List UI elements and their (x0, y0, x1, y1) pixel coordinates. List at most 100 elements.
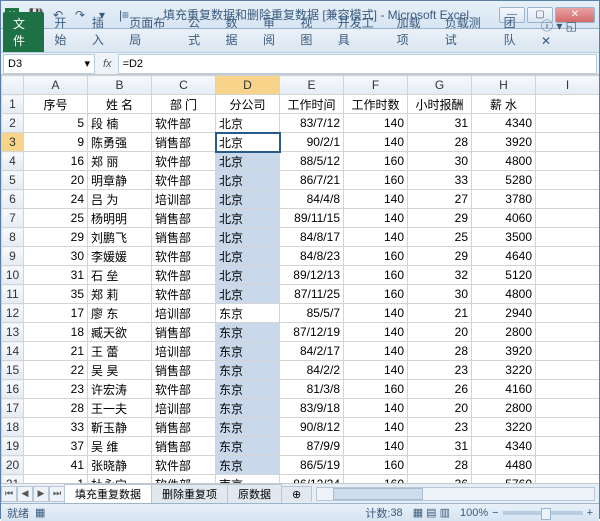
row-header[interactable]: 2 (2, 114, 24, 133)
cell[interactable]: 25 (24, 209, 88, 228)
cell[interactable]: 33 (24, 418, 88, 437)
cell[interactable]: 22 (24, 361, 88, 380)
cell[interactable]: 140 (344, 304, 408, 323)
cell[interactable]: 84/8/23 (280, 247, 344, 266)
empty-cell[interactable] (536, 114, 600, 133)
cell[interactable]: 83/9/18 (280, 399, 344, 418)
column-header[interactable]: B (88, 76, 152, 95)
formula-bar[interactable]: =D2 (118, 54, 597, 74)
cell[interactable]: 26 (408, 380, 472, 399)
cell[interactable]: 北京 (216, 190, 280, 209)
cell[interactable]: 85/5/7 (280, 304, 344, 323)
cell[interactable]: 16 (24, 152, 88, 171)
tab-插入[interactable]: 插入 (84, 11, 121, 52)
cell[interactable]: 160 (344, 285, 408, 304)
cell[interactable]: 86/5/19 (280, 456, 344, 475)
cell[interactable]: 李媛媛 (88, 247, 152, 266)
cell[interactable]: 许宏涛 (88, 380, 152, 399)
cell[interactable]: 140 (344, 190, 408, 209)
cell[interactable]: 销售部 (152, 418, 216, 437)
cell[interactable]: 杜永宁 (88, 475, 152, 484)
cell[interactable]: 东京 (216, 342, 280, 361)
sheet-tab-active[interactable]: 填充重复数据 (64, 484, 152, 503)
cell[interactable]: 30 (408, 285, 472, 304)
cell[interactable]: 北京 (216, 152, 280, 171)
cell[interactable]: 培训部 (152, 399, 216, 418)
cell[interactable]: 北京 (216, 171, 280, 190)
tab-负载测试[interactable]: 负载测试 (437, 11, 496, 52)
cell[interactable]: 3220 (472, 418, 536, 437)
row-header[interactable]: 17 (2, 399, 24, 418)
empty-cell[interactable] (536, 228, 600, 247)
sheet-tab[interactable]: 原数据 (227, 484, 282, 503)
empty-cell[interactable] (536, 418, 600, 437)
row-header[interactable]: 20 (2, 456, 24, 475)
cell[interactable]: 软件部 (152, 380, 216, 399)
cell[interactable]: 88/5/12 (280, 152, 344, 171)
tab-公式[interactable]: 公式 (180, 11, 217, 52)
cell[interactable]: 21 (24, 342, 88, 361)
row-header[interactable]: 18 (2, 418, 24, 437)
cell[interactable]: 23 (408, 418, 472, 437)
cell[interactable]: 140 (344, 114, 408, 133)
cell[interactable]: 销售部 (152, 133, 216, 152)
cell[interactable]: 软件部 (152, 114, 216, 133)
cell[interactable]: 140 (344, 399, 408, 418)
cell[interactable]: 软件部 (152, 285, 216, 304)
cell[interactable]: 4800 (472, 152, 536, 171)
cell[interactable]: 4640 (472, 247, 536, 266)
cell[interactable]: 王 蕾 (88, 342, 152, 361)
cell[interactable]: 销售部 (152, 323, 216, 342)
cell[interactable]: 30 (408, 152, 472, 171)
cell[interactable]: 29 (408, 209, 472, 228)
cell[interactable]: 33 (408, 171, 472, 190)
cell[interactable]: 臧天欲 (88, 323, 152, 342)
cell[interactable]: 28 (408, 342, 472, 361)
column-header[interactable]: I (536, 76, 600, 95)
cell[interactable]: 北京 (216, 247, 280, 266)
cell[interactable]: 软件部 (152, 171, 216, 190)
name-box[interactable]: D3 ▾ (3, 54, 95, 74)
cell[interactable]: 北京 (216, 209, 280, 228)
row-header[interactable]: 10 (2, 266, 24, 285)
cell[interactable]: 89/12/13 (280, 266, 344, 285)
cell[interactable]: 20 (408, 399, 472, 418)
cell[interactable]: 87/9/9 (280, 437, 344, 456)
cell[interactable]: 软件部 (152, 152, 216, 171)
cell[interactable]: 东京 (216, 399, 280, 418)
cell[interactable]: 160 (344, 475, 408, 484)
row-header[interactable]: 16 (2, 380, 24, 399)
cell[interactable]: 销售部 (152, 228, 216, 247)
cell[interactable]: 张晓静 (88, 456, 152, 475)
empty-cell[interactable] (536, 323, 600, 342)
header-cell[interactable]: 小时报酬 (408, 95, 472, 114)
header-cell[interactable]: 薪 水 (472, 95, 536, 114)
cell[interactable]: 4800 (472, 285, 536, 304)
cell[interactable]: 3780 (472, 190, 536, 209)
empty-cell[interactable] (536, 247, 600, 266)
cell[interactable]: 培训部 (152, 190, 216, 209)
select-all-corner[interactable] (2, 76, 24, 95)
cell[interactable]: 5 (24, 114, 88, 133)
cell[interactable]: 17 (24, 304, 88, 323)
cell[interactable]: 31 (408, 437, 472, 456)
tab-团队[interactable]: 团队 (496, 11, 533, 52)
cell[interactable]: 软件部 (152, 247, 216, 266)
cell[interactable]: 吕 为 (88, 190, 152, 209)
cell[interactable]: 20 (24, 171, 88, 190)
zoom-control[interactable]: 100% − + (460, 507, 593, 519)
row-header[interactable]: 1 (2, 95, 24, 114)
cell[interactable]: 84/8/17 (280, 228, 344, 247)
empty-cell[interactable] (536, 209, 600, 228)
cell[interactable]: 5760 (472, 475, 536, 484)
row-header[interactable]: 12 (2, 304, 24, 323)
cell[interactable]: 160 (344, 456, 408, 475)
cell[interactable]: 140 (344, 209, 408, 228)
cell[interactable]: 36 (408, 475, 472, 484)
column-header[interactable]: C (152, 76, 216, 95)
empty-cell[interactable] (536, 133, 600, 152)
cell[interactable]: 86/12/24 (280, 475, 344, 484)
cell[interactable]: 140 (344, 228, 408, 247)
cell[interactable]: 培训部 (152, 304, 216, 323)
fx-icon[interactable]: fx (97, 58, 118, 70)
